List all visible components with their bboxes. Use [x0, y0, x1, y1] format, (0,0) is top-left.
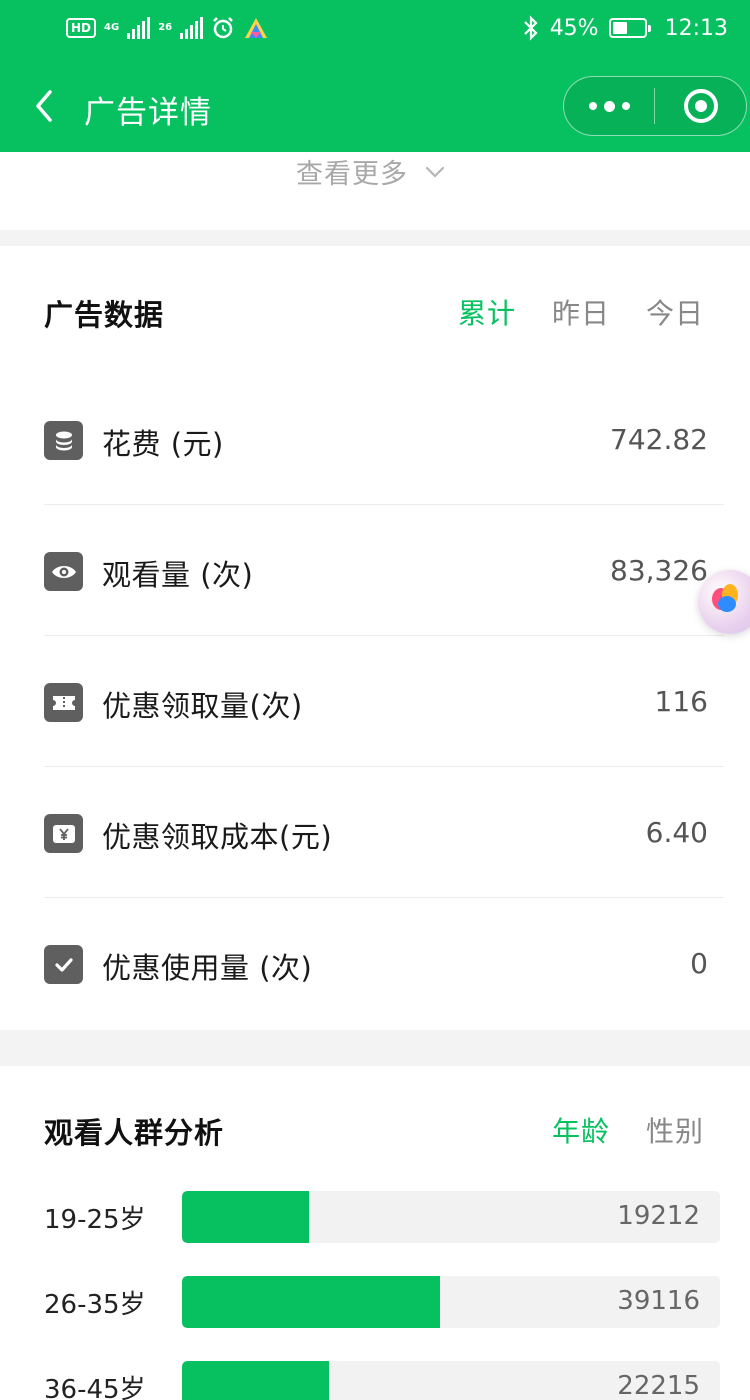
age-bar-row: 36-45岁 22215 — [44, 1361, 724, 1400]
network-type-label: 4G — [104, 22, 120, 33]
bar-category-label: 36-45岁 — [44, 1375, 146, 1400]
bar-fill — [182, 1361, 329, 1400]
signal-icon-2 — [180, 17, 204, 39]
coins-stack-icon — [44, 421, 83, 460]
status-bar: HD 4G 26 45% 12:13 — [0, 0, 750, 62]
status-bar-right: 45% 12:13 — [522, 15, 728, 41]
bar-track: 19212 — [182, 1191, 720, 1243]
battery-icon — [608, 18, 651, 38]
metric-label: 优惠使用量 (次) — [102, 951, 313, 985]
ad-data-card: 广告数据 累计 昨日 今日 花费 (元) 742.82 观看量 (次) 83,3… — [0, 246, 750, 1030]
age-bar-row: 26-35岁 39116 — [44, 1276, 724, 1328]
metric-value: 116 — [654, 685, 708, 718]
alarm-icon — [213, 17, 233, 39]
chevron-left-icon — [36, 90, 52, 122]
hd-icon: HD — [66, 18, 97, 38]
audience-tabs: 年龄 性别 — [552, 1110, 704, 1150]
metric-value: 0 — [690, 947, 708, 980]
metric-row-coupon-claims: 优惠领取量(次) 116 — [44, 636, 724, 767]
metric-label: 优惠领取成本(元) — [102, 820, 333, 854]
metric-value: 83,326 — [610, 554, 708, 587]
status-bar-left: HD 4G 26 — [66, 16, 269, 40]
signal-icon — [127, 17, 151, 39]
metric-row-cost: 花费 (元) 742.82 — [44, 374, 724, 505]
yen-card-icon — [44, 814, 83, 853]
metric-label: 观看量 (次) — [102, 558, 254, 592]
eye-icon — [44, 552, 83, 591]
metric-value: 6.40 — [645, 816, 708, 849]
metric-label: 花费 (元) — [102, 427, 224, 461]
bar-category-label: 19-25岁 — [44, 1205, 146, 1235]
network-type-label-2: 26 — [158, 22, 173, 33]
ticket-icon — [44, 683, 83, 722]
metric-row-views: 观看量 (次) 83,326 — [44, 505, 724, 636]
see-more-label: 查看更多 — [296, 159, 408, 190]
page-title: 广告详情 — [84, 95, 212, 131]
bluetooth-icon — [523, 15, 538, 41]
audience-card: 观看人群分析 年龄 性别 19-25岁 19212 26-35岁 39116 36-45… — [0, 1066, 750, 1400]
tab-gender[interactable]: 性别 — [646, 1110, 704, 1150]
ad-data-title: 广告数据 — [44, 298, 165, 332]
bar-category-label: 26-35岁 — [44, 1290, 146, 1320]
metric-label: 优惠领取量(次) — [102, 689, 303, 723]
tab-cumulative[interactable]: 累计 — [458, 292, 516, 332]
bar-track: 22215 — [182, 1361, 720, 1400]
bar-fill — [182, 1191, 309, 1243]
battery-percent: 45% — [549, 15, 599, 41]
mini-program-capsule — [563, 76, 747, 136]
app-notification-icon — [245, 18, 268, 38]
more-dots-icon — [588, 102, 597, 110]
audience-title: 观看人群分析 — [44, 1116, 225, 1150]
tab-today[interactable]: 今日 — [646, 292, 704, 332]
bar-value-label: 19212 — [617, 1201, 700, 1231]
bar-value-label: 22215 — [617, 1371, 700, 1400]
chevron-down-icon — [425, 166, 445, 178]
back-button[interactable] — [26, 86, 66, 126]
metric-value: 742.82 — [610, 423, 708, 456]
bar-track: 39116 — [182, 1276, 720, 1328]
close-button[interactable] — [655, 89, 746, 123]
clock: 12:13 — [664, 15, 728, 41]
ad-data-tabs: 累计 昨日 今日 — [458, 292, 704, 332]
metric-row-coupon-cost: 优惠领取成本(元) 6.40 — [44, 767, 724, 898]
bar-fill — [182, 1276, 441, 1328]
more-button[interactable] — [564, 100, 654, 112]
bar-value-label: 39116 — [617, 1286, 700, 1316]
tab-age[interactable]: 年龄 — [552, 1110, 610, 1150]
metric-row-coupon-usage: 优惠使用量 (次) 0 — [44, 898, 724, 1029]
tab-yesterday[interactable]: 昨日 — [552, 292, 610, 332]
summary-card: 查看更多 — [0, 152, 750, 230]
checkbox-icon — [44, 945, 83, 984]
battery-level — [612, 22, 627, 34]
see-more-link[interactable]: 查看更多 — [296, 152, 446, 191]
nav-bar: 广告详情 — [0, 62, 750, 152]
age-bar-row: 19-25岁 19212 — [44, 1191, 724, 1243]
target-circle-icon — [683, 89, 718, 123]
